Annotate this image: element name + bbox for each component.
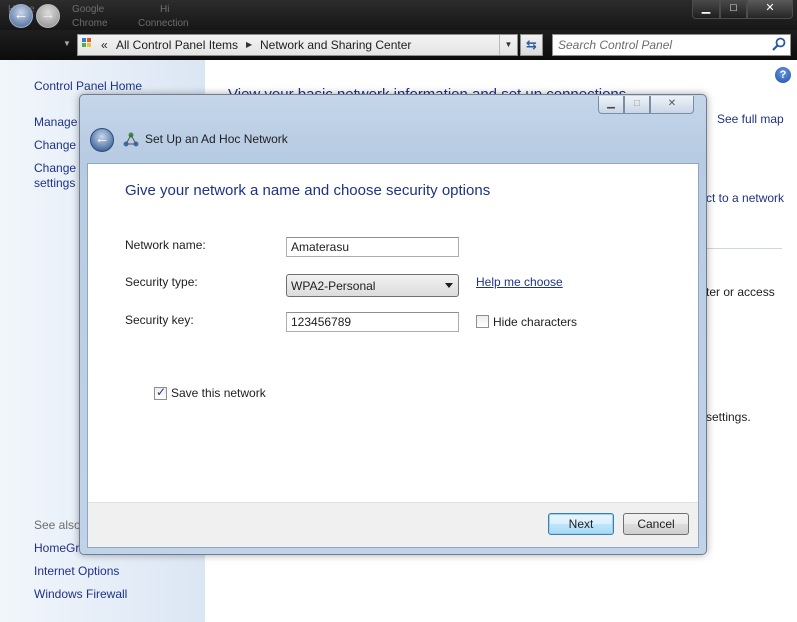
desktop-text: Google [72, 4, 105, 15]
dialog-minimize-button[interactable]: ▁ [598, 96, 624, 114]
window-close-button[interactable]: ✕ [747, 0, 793, 19]
desktop-text: Connection [138, 18, 189, 29]
window-minimize-button[interactable]: ▁ [692, 0, 720, 19]
arrow-left-icon: ← [13, 6, 29, 23]
help-icon[interactable]: ? [775, 67, 791, 83]
search-icon[interactable] [771, 36, 787, 52]
security-key-input[interactable]: 123456789 [286, 312, 459, 332]
next-button[interactable]: Next [548, 513, 614, 535]
section-divider [700, 248, 782, 249]
hide-characters-label[interactable]: Hide characters [493, 315, 577, 329]
back-button[interactable]: ← [9, 4, 33, 28]
save-network-checkbox[interactable]: ✓ [154, 385, 167, 400]
control-panel-icon [82, 38, 96, 52]
arrow-left-icon: ← [94, 130, 110, 147]
hide-characters-checkbox[interactable] [476, 315, 489, 328]
settings-text: settings. [706, 410, 751, 424]
refresh-button[interactable]: ⇆ [520, 34, 543, 56]
cancel-button[interactable]: Cancel [623, 513, 689, 535]
see-full-map-link[interactable]: See full map [717, 112, 784, 126]
arrow-right-icon: → [40, 6, 56, 23]
change-sharing-link[interactable]: Change [34, 161, 76, 175]
desktop-text: Hi [160, 4, 170, 15]
see-also-heading: See also [34, 518, 81, 532]
security-type-label: Security type: [125, 275, 198, 289]
security-key-label: Security key: [125, 313, 194, 327]
dialog-maximize-button: □ [624, 96, 650, 114]
homegroup-link[interactable]: HomeGr [34, 541, 79, 555]
windows-firewall-link[interactable]: Windows Firewall [34, 587, 127, 601]
security-type-value: WPA2-Personal [291, 279, 376, 293]
access-text: ter or access [706, 285, 775, 299]
change-adapter-link[interactable]: Change [34, 138, 76, 152]
forward-button[interactable]: → [36, 4, 60, 28]
breadcrumb-chevron-icon[interactable]: ▶ [246, 40, 252, 49]
search-box[interactable]: Search Control Panel [552, 34, 791, 56]
change-sharing-link-line2[interactable]: settings [34, 176, 75, 190]
search-input[interactable]: Search Control Panel [558, 38, 672, 52]
window-titlebar: Home Google Chrome Hi Connection ▁ □ ✕ [0, 0, 797, 33]
dialog-heading: Give your network a name and choose secu… [125, 182, 491, 199]
dialog-close-button[interactable]: ✕ [650, 96, 694, 114]
refresh-icon: ⇆ [526, 37, 537, 52]
network-name-input[interactable]: Amaterasu [286, 237, 459, 257]
dialog-footer: Next Cancel [88, 502, 698, 547]
help-me-choose-link[interactable]: Help me choose [476, 275, 563, 289]
security-type-select[interactable]: WPA2-Personal [286, 274, 459, 297]
breadcrumb-overflow[interactable]: « [101, 38, 108, 52]
checkmark-icon: ✓ [156, 385, 167, 399]
control-panel-home-link[interactable]: Control Panel Home [34, 79, 142, 93]
dialog-back-button[interactable]: ← [90, 128, 114, 152]
network-name-label: Network name: [125, 238, 206, 252]
dropdown-arrow-icon [445, 283, 453, 288]
address-dropdown-icon[interactable]: ▼ [499, 35, 517, 55]
recent-pages-dropdown-icon[interactable]: ▼ [63, 39, 71, 48]
desktop-text: Chrome [72, 18, 108, 29]
address-bar[interactable]: « All Control Panel Items ▶ Network and … [77, 34, 518, 56]
adhoc-network-dialog: ▁ □ ✕ ← Set Up an Ad Hoc Network Give yo… [79, 94, 707, 555]
dialog-content: Give your network a name and choose secu… [87, 163, 699, 548]
internet-options-link[interactable]: Internet Options [34, 564, 119, 578]
breadcrumb-item-network-center[interactable]: Network and Sharing Center [260, 38, 411, 52]
adhoc-network-icon [123, 132, 139, 147]
connect-to-network-link[interactable]: ct to a network [706, 191, 784, 205]
save-network-label[interactable]: Save this network [171, 386, 266, 400]
window-maximize-button[interactable]: □ [720, 0, 747, 19]
dialog-title: Set Up an Ad Hoc Network [145, 132, 288, 146]
manage-networks-link[interactable]: Manage [34, 115, 77, 129]
breadcrumb-item-control-panel[interactable]: All Control Panel Items [116, 38, 238, 52]
